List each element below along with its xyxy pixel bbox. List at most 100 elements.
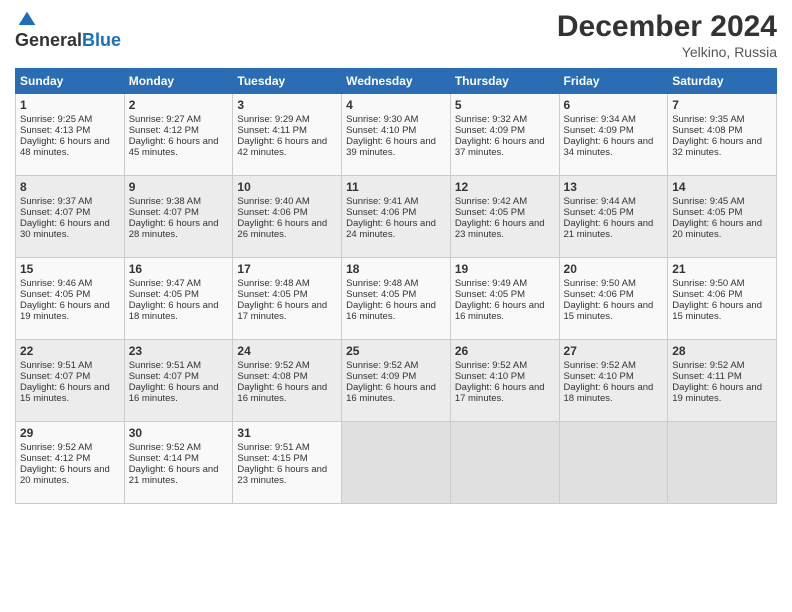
- sunset-text: Sunset: 4:10 PM: [455, 371, 525, 382]
- calendar-week-row: 1Sunrise: 9:25 AMSunset: 4:13 PMDaylight…: [16, 94, 777, 176]
- calendar-cell: [559, 422, 668, 504]
- daylight-text: Daylight: 6 hours and 18 minutes.: [564, 382, 654, 404]
- day-number: 14: [672, 180, 772, 194]
- sunset-text: Sunset: 4:05 PM: [129, 289, 199, 300]
- sunrise-text: Sunrise: 9:51 AM: [129, 360, 201, 371]
- weekday-header-thursday: Thursday: [450, 69, 559, 94]
- calendar-cell: [668, 422, 777, 504]
- sunset-text: Sunset: 4:05 PM: [20, 289, 90, 300]
- daylight-text: Daylight: 6 hours and 15 minutes.: [564, 300, 654, 322]
- sunset-text: Sunset: 4:11 PM: [237, 125, 307, 136]
- weekday-header-friday: Friday: [559, 69, 668, 94]
- sunset-text: Sunset: 4:14 PM: [129, 453, 199, 464]
- month-title: December 2024: [557, 10, 777, 44]
- calendar-cell: 7Sunrise: 9:35 AMSunset: 4:08 PMDaylight…: [668, 94, 777, 176]
- weekday-header-row: SundayMondayTuesdayWednesdayThursdayFrid…: [16, 69, 777, 94]
- sunset-text: Sunset: 4:07 PM: [129, 371, 199, 382]
- day-number: 9: [129, 180, 229, 194]
- sunset-text: Sunset: 4:06 PM: [237, 207, 307, 218]
- daylight-text: Daylight: 6 hours and 16 minutes.: [346, 300, 436, 322]
- day-number: 28: [672, 344, 772, 358]
- calendar-cell: 24Sunrise: 9:52 AMSunset: 4:08 PMDayligh…: [233, 340, 342, 422]
- daylight-text: Daylight: 6 hours and 16 minutes.: [237, 382, 327, 404]
- daylight-text: Daylight: 6 hours and 23 minutes.: [237, 464, 327, 486]
- sunset-text: Sunset: 4:06 PM: [564, 289, 634, 300]
- daylight-text: Daylight: 6 hours and 23 minutes.: [455, 218, 545, 240]
- day-number: 7: [672, 98, 772, 112]
- sunset-text: Sunset: 4:10 PM: [564, 371, 634, 382]
- sunrise-text: Sunrise: 9:51 AM: [237, 442, 309, 453]
- day-number: 1: [20, 98, 120, 112]
- sunrise-text: Sunrise: 9:52 AM: [346, 360, 418, 371]
- daylight-text: Daylight: 6 hours and 30 minutes.: [20, 218, 110, 240]
- calendar-cell: 18Sunrise: 9:48 AMSunset: 4:05 PMDayligh…: [342, 258, 451, 340]
- calendar-cell: 13Sunrise: 9:44 AMSunset: 4:05 PMDayligh…: [559, 176, 668, 258]
- day-number: 4: [346, 98, 446, 112]
- day-number: 25: [346, 344, 446, 358]
- daylight-text: Daylight: 6 hours and 21 minutes.: [129, 464, 219, 486]
- calendar-cell: 17Sunrise: 9:48 AMSunset: 4:05 PMDayligh…: [233, 258, 342, 340]
- day-number: 22: [20, 344, 120, 358]
- sunset-text: Sunset: 4:07 PM: [129, 207, 199, 218]
- title-block: December 2024 Yelkino, Russia: [557, 10, 777, 60]
- calendar-cell: 20Sunrise: 9:50 AMSunset: 4:06 PMDayligh…: [559, 258, 668, 340]
- sunset-text: Sunset: 4:15 PM: [237, 453, 307, 464]
- sunrise-text: Sunrise: 9:42 AM: [455, 196, 527, 207]
- calendar-cell: 23 Sunrise: 9:51 AMSunset: 4:07 PMDayligh…: [124, 340, 233, 422]
- day-number: 13: [564, 180, 664, 194]
- page-container: General Blue December 2024 Yelkino, Russ…: [0, 0, 792, 514]
- sunrise-text: Sunrise: 9:38 AM: [129, 196, 201, 207]
- daylight-text: Daylight: 6 hours and 34 minutes.: [564, 136, 654, 158]
- day-number: 24: [237, 344, 337, 358]
- day-number: 2: [129, 98, 229, 112]
- day-number: 8: [20, 180, 120, 194]
- daylight-text: Daylight: 6 hours and 16 minutes.: [455, 300, 545, 322]
- calendar-cell: 8Sunrise: 9:37 AMSunset: 4:07 PMDaylight…: [16, 176, 125, 258]
- calendar-cell: 14Sunrise: 9:45 AMSunset: 4:05 PMDayligh…: [668, 176, 777, 258]
- daylight-text: Daylight: 6 hours and 45 minutes.: [129, 136, 219, 158]
- daylight-text: Daylight: 6 hours and 16 minutes.: [129, 382, 219, 404]
- sunrise-text: Sunrise: 9:49 AM: [455, 278, 527, 289]
- calendar-cell: 22Sunrise: 9:51 AMSunset: 4:07 PMDayligh…: [16, 340, 125, 422]
- calendar-cell: 6Sunrise: 9:34 AMSunset: 4:09 PMDaylight…: [559, 94, 668, 176]
- daylight-text: Daylight: 6 hours and 32 minutes.: [672, 136, 762, 158]
- sunrise-text: Sunrise: 9:25 AM: [20, 114, 92, 125]
- sunset-text: Sunset: 4:06 PM: [346, 207, 416, 218]
- calendar-week-row: 22Sunrise: 9:51 AMSunset: 4:07 PMDayligh…: [16, 340, 777, 422]
- calendar-cell: 4Sunrise: 9:30 AMSunset: 4:10 PMDaylight…: [342, 94, 451, 176]
- sunrise-text: Sunrise: 9:52 AM: [237, 360, 309, 371]
- day-number: 17: [237, 262, 337, 276]
- day-number: 3: [237, 98, 337, 112]
- day-number: 23: [129, 344, 229, 358]
- day-number: 19: [455, 262, 555, 276]
- sunset-text: Sunset: 4:05 PM: [455, 289, 525, 300]
- calendar-cell: 31Sunrise: 9:51 AMSunset: 4:15 PMDayligh…: [233, 422, 342, 504]
- daylight-text: Daylight: 6 hours and 18 minutes.: [129, 300, 219, 322]
- daylight-text: Daylight: 6 hours and 21 minutes.: [564, 218, 654, 240]
- calendar-cell: 15Sunrise: 9:46 AMSunset: 4:05 PMDayligh…: [16, 258, 125, 340]
- sunrise-text: Sunrise: 9:32 AM: [455, 114, 527, 125]
- logo-text-blue: Blue: [82, 30, 121, 51]
- calendar-week-row: 29Sunrise: 9:52 AMSunset: 4:12 PMDayligh…: [16, 422, 777, 504]
- sunset-text: Sunset: 4:12 PM: [20, 453, 90, 464]
- day-number: 11: [346, 180, 446, 194]
- day-number: 15: [20, 262, 120, 276]
- sunset-text: Sunset: 4:05 PM: [346, 289, 416, 300]
- sunrise-text: Sunrise: 9:44 AM: [564, 196, 636, 207]
- sunrise-text: Sunrise: 9:52 AM: [564, 360, 636, 371]
- weekday-header-sunday: Sunday: [16, 69, 125, 94]
- daylight-text: Daylight: 6 hours and 19 minutes.: [20, 300, 110, 322]
- sunset-text: Sunset: 4:09 PM: [346, 371, 416, 382]
- calendar-cell: 2Sunrise: 9:27 AMSunset: 4:12 PMDaylight…: [124, 94, 233, 176]
- daylight-text: Daylight: 6 hours and 19 minutes.: [672, 382, 762, 404]
- day-number: 6: [564, 98, 664, 112]
- daylight-text: Daylight: 6 hours and 16 minutes.: [346, 382, 436, 404]
- calendar-cell: 25 Sunrise: 9:52 AMSunset: 4:09 PMDayligh…: [342, 340, 451, 422]
- sunrise-text: Sunrise: 9:50 AM: [672, 278, 744, 289]
- calendar-cell: 30Sunrise: 9:52 AMSunset: 4:14 PMDayligh…: [124, 422, 233, 504]
- calendar-cell: 21Sunrise: 9:50 AMSunset: 4:06 PMDayligh…: [668, 258, 777, 340]
- weekday-header-saturday: Saturday: [668, 69, 777, 94]
- sunset-text: Sunset: 4:05 PM: [672, 207, 742, 218]
- logo-icon: [17, 10, 37, 30]
- daylight-text: Daylight: 6 hours and 37 minutes.: [455, 136, 545, 158]
